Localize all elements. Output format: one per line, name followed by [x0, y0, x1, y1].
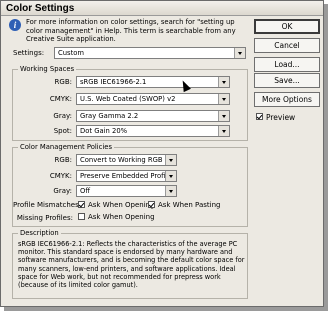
more-options-button[interactable]: More Options [254, 92, 320, 107]
working-cmyk-value: U.S. Web Coated (SWOP) v2 [80, 95, 176, 103]
policy-gray-select[interactable]: Off [76, 185, 177, 197]
policy-rgb-select[interactable]: Convert to Working RGB [76, 154, 177, 166]
description-text: sRGB IEC61966-2.1: Reflects the characte… [18, 240, 245, 290]
working-spot-value: Dot Gain 20% [80, 127, 128, 135]
preview-checkbox[interactable] [256, 113, 263, 120]
description-title: Description [18, 229, 61, 237]
working-cmyk-select[interactable]: U.S. Web Coated (SWOP) v2 [76, 93, 230, 105]
settings-value: Custom [58, 49, 85, 57]
working-spot-label: Spot: [53, 127, 72, 135]
policy-rgb-label: RGB: [54, 156, 72, 164]
policy-cmyk-select[interactable]: Preserve Embedded Profiles [76, 170, 177, 182]
policy-gray-label: Gray: [53, 187, 72, 195]
info-icon: i [9, 19, 21, 31]
policy-cmyk-value: Preserve Embedded Profiles [80, 172, 176, 180]
chevron-down-icon [234, 48, 245, 58]
working-gray-value: Gray Gamma 2.2 [80, 112, 139, 120]
ask-when-opening-mismatch-checkbox[interactable] [78, 201, 85, 208]
cancel-button[interactable]: Cancel [254, 38, 320, 53]
working-spot-select[interactable]: Dot Gain 20% [76, 125, 230, 137]
save-button[interactable]: Save... [254, 73, 320, 88]
missing-profiles-label: Missing Profiles: [16, 214, 73, 222]
working-cmyk-label: CMYK: [49, 95, 72, 103]
ask-when-opening-missing-checkbox[interactable] [78, 213, 85, 220]
settings-select[interactable]: Custom [54, 47, 246, 59]
working-gray-label: Gray: [53, 112, 72, 120]
working-spaces-title: Working Spaces [18, 65, 77, 73]
chevron-down-icon [165, 171, 176, 181]
chevron-down-icon [165, 186, 176, 196]
policy-cmyk-label: CMYK: [49, 172, 72, 180]
title-bar[interactable]: Color Settings [1, 1, 323, 16]
working-gray-select[interactable]: Gray Gamma 2.2 [76, 110, 230, 122]
profile-mismatches-label: Profile Mismatches: [13, 201, 82, 209]
policy-gray-value: Off [80, 187, 91, 195]
ask-when-pasting-checkbox[interactable] [148, 201, 155, 208]
load-button[interactable]: Load... [254, 57, 320, 72]
preview-label: Preview [266, 113, 296, 122]
working-rgb-select[interactable]: sRGB IEC61966-2.1 [76, 76, 230, 88]
settings-label: Settings: [13, 49, 45, 57]
ok-button[interactable]: OK [254, 19, 320, 34]
info-text: For more information on color settings, … [26, 18, 236, 43]
policies-title: Color Management Policies [18, 143, 114, 151]
ask-when-pasting-label: Ask When Pasting [158, 201, 221, 209]
chevron-down-icon [165, 155, 176, 165]
chevron-down-icon [218, 77, 229, 87]
working-rgb-value: sRGB IEC61966-2.1 [80, 78, 147, 86]
dialog-title: Color Settings [6, 3, 75, 14]
chevron-down-icon [218, 111, 229, 121]
color-settings-dialog: Color Settings i For more information on… [0, 0, 324, 307]
ask-when-opening-mismatch-label: Ask When Opening [88, 201, 155, 209]
policy-rgb-value: Convert to Working RGB [80, 156, 163, 164]
ask-when-opening-missing-label: Ask When Opening [88, 213, 155, 221]
chevron-down-icon [218, 126, 229, 136]
working-rgb-label: RGB: [54, 78, 72, 86]
chevron-down-icon [218, 94, 229, 104]
